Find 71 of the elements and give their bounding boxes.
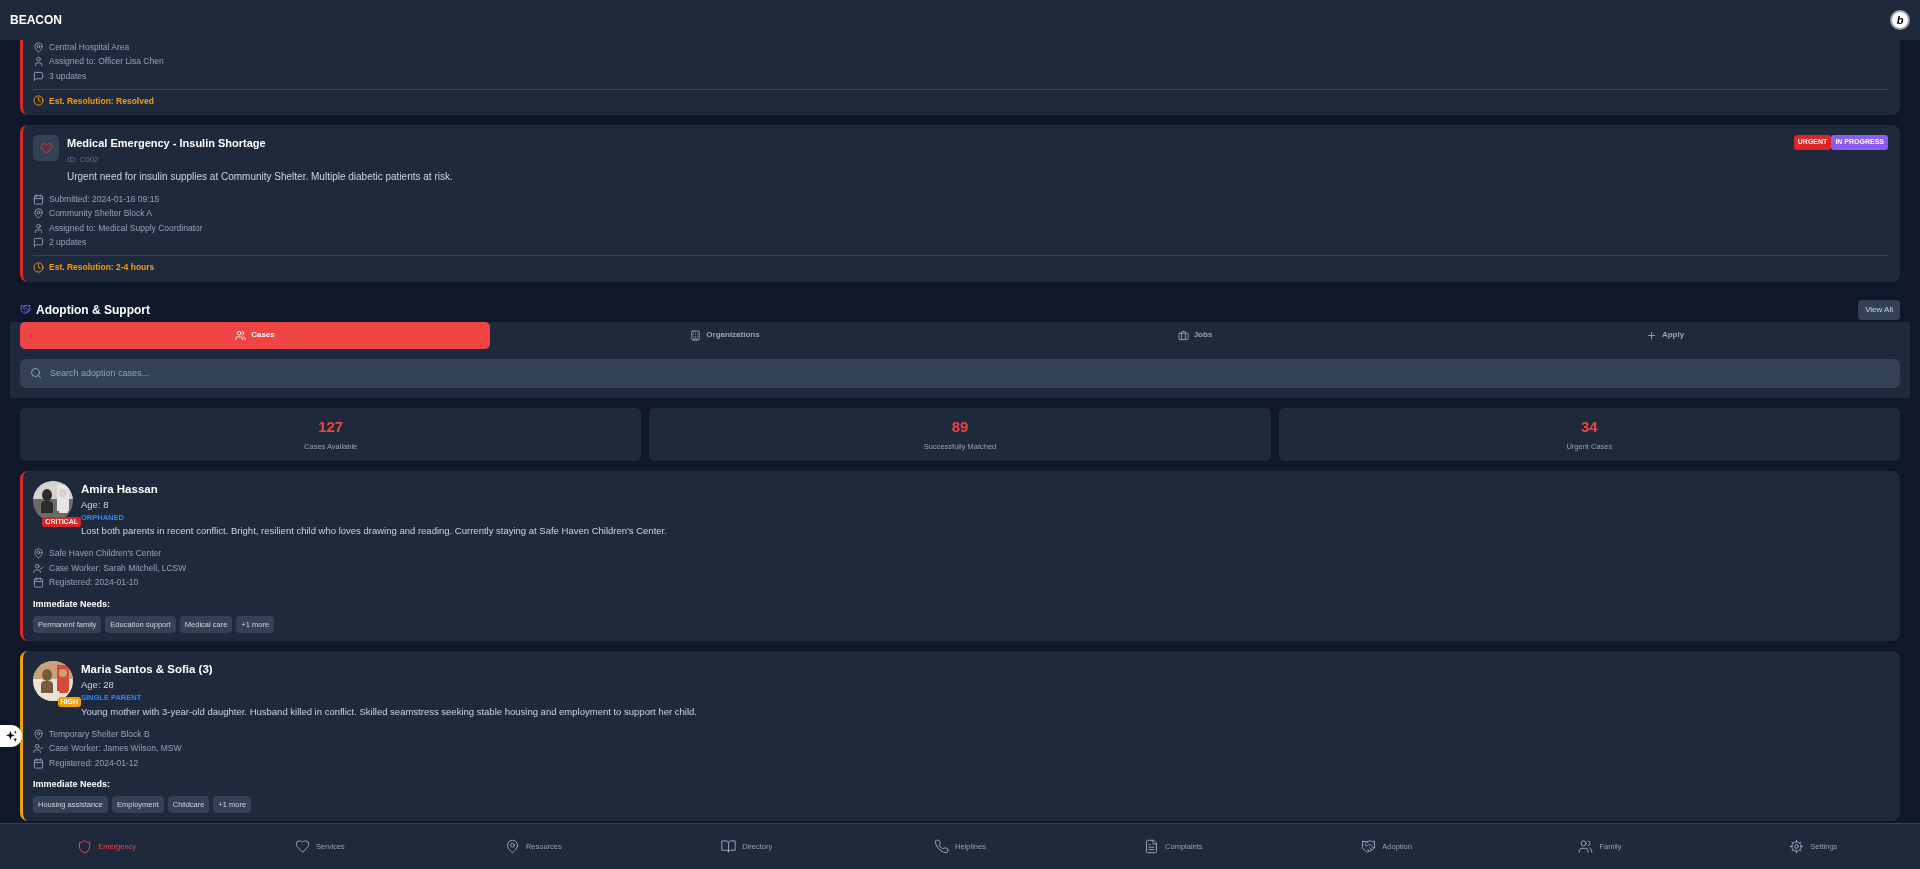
meta-text: Case Worker: James Wilson, MSW	[49, 742, 182, 755]
needs-heading: Immediate Needs:	[33, 598, 112, 611]
tab[interactable]: Jobs	[960, 321, 1430, 349]
section-title: Adoption & Support	[36, 301, 150, 319]
location-pin-icon	[33, 548, 44, 560]
person-name: Maria Santos & Sofia (3)	[81, 661, 214, 677]
clock-icon	[33, 261, 44, 273]
person-age: Age: 28	[81, 678, 115, 692]
people-icon	[235, 329, 247, 341]
plus-icon	[1645, 329, 1657, 341]
location-pin-icon	[33, 208, 44, 219]
tab[interactable]: Organizations	[490, 321, 960, 349]
search-field[interactable]: Search adoption cases...	[20, 358, 1900, 388]
location-pin-icon	[33, 728, 44, 740]
location-pin-icon	[504, 839, 520, 854]
meta-text: Assigned to: Medical Supply Coordinator	[49, 221, 203, 235]
complaint-title: Medical Emergency - Insulin Shortage	[67, 136, 267, 152]
sparkle-icon	[4, 729, 18, 743]
building-icon	[690, 329, 702, 341]
meta-text: Registered: 2024-01-10	[49, 576, 139, 590]
person-name: Amira Hassan	[81, 481, 159, 497]
meta-text: 3 updates	[49, 69, 87, 83]
calendar-icon	[33, 757, 44, 769]
case-description: Lost both parents in recent conflict. Bright, resilient child who loves drawing and reading. Currently staying at Safe Haven Children's Center.	[81, 524, 667, 539]
meta-text: Case Worker: Sarah Mitchell, LCSW	[49, 561, 187, 575]
meta-text: Safe Haven Children's Center	[49, 547, 162, 561]
app-title: BEACON	[10, 12, 62, 29]
people-icon	[1578, 839, 1594, 854]
meta-text: 2 updates	[49, 236, 87, 249]
book-icon	[721, 839, 737, 854]
calendar-icon	[33, 193, 44, 205]
needs-heading: Immediate Needs:	[33, 778, 112, 792]
meta-text: Assigned to: Officer Lisa Chen	[49, 55, 164, 69]
stat-value: 127	[318, 416, 344, 437]
complaint-description: Urgent need for insulin supplies at Community Shelter. Multiple diabetic patients at risk.	[67, 169, 454, 184]
search-icon	[30, 366, 42, 379]
view-all-button[interactable]: View All	[1858, 299, 1900, 320]
meta-text: Central Hospital Area	[49, 40, 130, 54]
heart-icon	[295, 839, 311, 854]
calendar-icon	[33, 577, 44, 589]
person-check-icon	[33, 743, 44, 754]
heart-icon	[39, 141, 53, 155]
shield-icon	[77, 839, 93, 854]
person-check-icon	[33, 562, 44, 574]
person-icon	[33, 56, 44, 68]
meta-text: Temporary Shelter Block B	[49, 727, 150, 741]
stat-value: 34	[1580, 416, 1598, 437]
clock-icon	[33, 95, 44, 107]
chat-bubble-icon	[33, 70, 44, 82]
document-icon	[1144, 839, 1160, 854]
tab[interactable]: Cases	[20, 321, 490, 349]
meta-text: Submitted: 2024-01-16 09:15	[49, 192, 160, 206]
settings-icon	[1789, 839, 1805, 854]
handshake-icon	[20, 304, 31, 315]
meta-text: Community Shelter Block A	[49, 207, 152, 220]
stat-value: 89	[951, 416, 969, 437]
person-icon	[33, 222, 44, 234]
resolution-text: Est. Resolution: 2-4 hours	[49, 260, 155, 274]
chat-bubble-icon	[33, 237, 44, 248]
handshake-icon	[1361, 839, 1377, 854]
phone-icon	[934, 839, 950, 854]
briefcase-icon	[1177, 329, 1189, 341]
profile-avatar[interactable]: b	[1890, 10, 1910, 30]
tab[interactable]: Apply	[1430, 321, 1900, 349]
complaint-id: ID: C002	[67, 153, 100, 166]
meta-text: Registered: 2024-01-12	[49, 756, 139, 770]
resolution-text: Est. Resolution: Resolved	[49, 94, 154, 108]
case-description: Young mother with 3-year-old daughter. Husband killed in conflict. Skilled seamstress seeking stable housing and employment to support her child.	[81, 704, 697, 719]
person-age: Age: 8	[81, 497, 110, 512]
location-pin-icon	[33, 41, 44, 53]
sparkle-button[interactable]	[0, 725, 22, 747]
